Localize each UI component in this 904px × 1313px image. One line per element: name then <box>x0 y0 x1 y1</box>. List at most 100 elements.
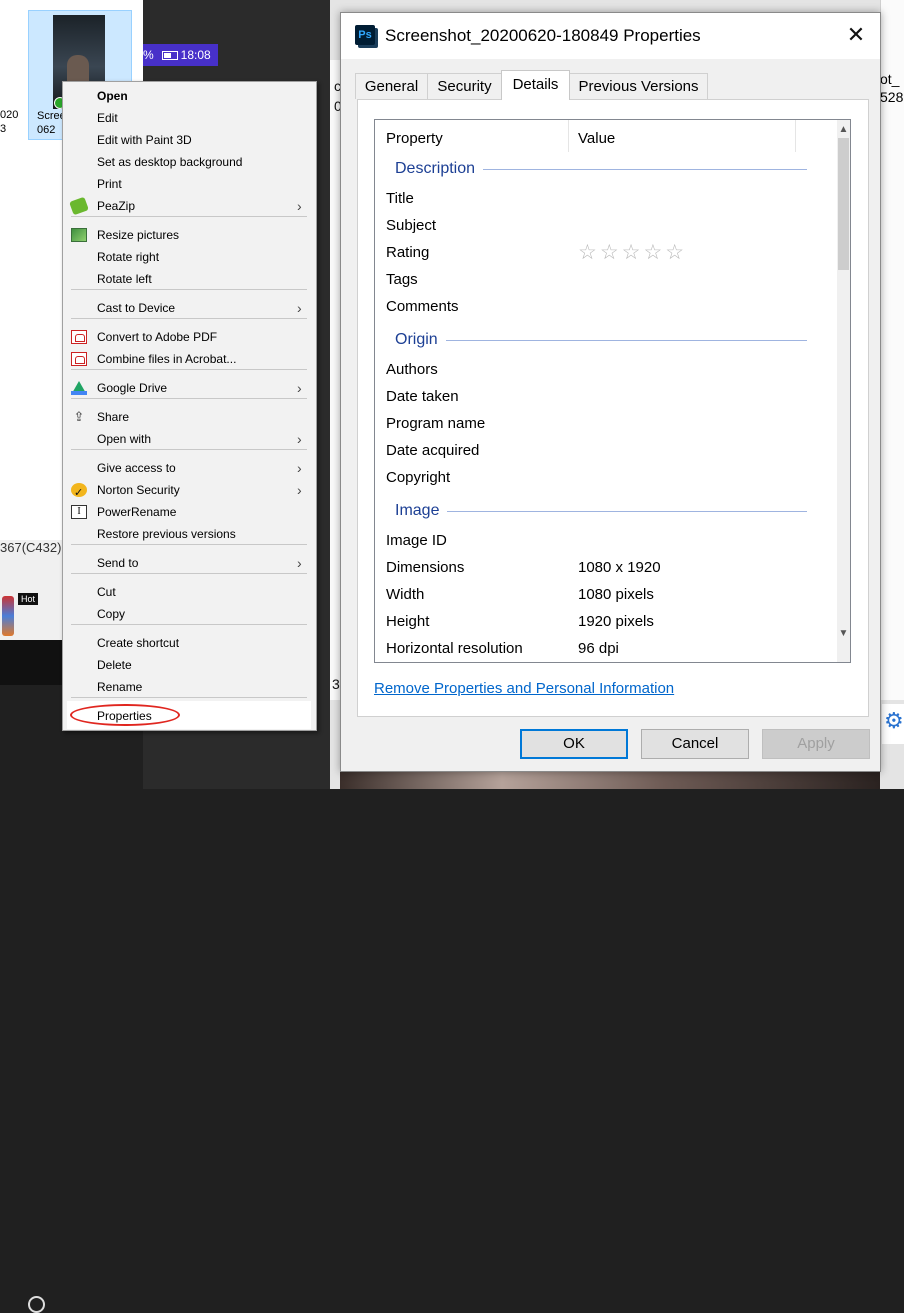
property-row[interactable]: Image ID <box>375 528 837 554</box>
photoshop-file-icon: Ps <box>355 25 375 45</box>
menu-item-label: Edit with Paint 3D <box>97 133 192 147</box>
menu-item-edit[interactable]: Edit <box>63 107 316 129</box>
column-divider-2[interactable] <box>795 120 796 152</box>
property-name: Subject <box>386 217 437 234</box>
property-row[interactable]: Width 1080 pixels <box>375 582 837 608</box>
property-row[interactable]: Copyright <box>375 465 837 491</box>
menu-item-google-drive[interactable]: Google Drive › <box>63 377 316 399</box>
property-row[interactable]: Height 1920 pixels <box>375 609 837 635</box>
menu-item-label: Rename <box>97 680 143 694</box>
adobe-pdf-icon <box>71 330 87 344</box>
ok-button[interactable]: OK <box>520 729 628 759</box>
remove-properties-link[interactable]: Remove Properties and Personal Informati… <box>374 680 674 697</box>
list-scrollbar[interactable]: ▲ ▼ <box>837 120 850 662</box>
chevron-right-icon: › <box>297 482 302 498</box>
menu-item-label: Cut <box>97 585 116 599</box>
background-partial-text-2: 3 <box>332 676 340 692</box>
section-title: Origin <box>395 327 446 353</box>
chevron-right-icon: › <box>297 555 302 571</box>
taskbar <box>0 640 62 1313</box>
property-row[interactable]: Authors <box>375 357 837 383</box>
cancel-button[interactable]: Cancel <box>641 729 749 759</box>
acrobat-combine-icon <box>71 352 87 366</box>
menu-item-label: Delete <box>97 658 132 672</box>
column-value[interactable]: Value <box>578 120 615 158</box>
menu-item-label: Convert to Adobe PDF <box>97 330 218 344</box>
property-name: Horizontal resolution <box>386 640 523 657</box>
property-row[interactable]: Subject <box>375 213 837 239</box>
peazip-icon <box>69 196 89 216</box>
menu-item-copy[interactable]: Copy <box>63 603 316 625</box>
menu-item-cut[interactable]: Cut <box>63 581 316 603</box>
menu-item-label: Send to <box>97 556 139 570</box>
property-row[interactable]: Program name <box>375 411 837 437</box>
background-thumbnail <box>2 596 14 636</box>
menu-item-open-with[interactable]: Open with › <box>63 428 316 450</box>
property-row[interactable]: Date taken <box>375 384 837 410</box>
property-row[interactable]: Date acquired <box>375 438 837 464</box>
property-row[interactable]: Comments <box>375 294 837 320</box>
property-list[interactable]: Property Value Description Title Subject Ra… <box>374 119 851 663</box>
menu-item-give-access-to[interactable]: Give access to › <box>63 457 316 479</box>
property-row[interactable]: Tags <box>375 267 837 293</box>
menu-item-open[interactable]: Open <box>63 85 316 107</box>
menu-item-share[interactable]: ⇪ Share <box>63 406 316 428</box>
menu-item-label: Norton Security <box>97 483 180 497</box>
property-row[interactable]: Horizontal resolution 96 dpi <box>375 636 837 662</box>
close-icon[interactable]: ✕ <box>841 21 871 49</box>
tab-general[interactable]: General <box>355 73 428 99</box>
menu-item-powerrename[interactable]: I PowerRename <box>63 501 316 523</box>
menu-item-peazip[interactable]: PeaZip › <box>63 195 316 217</box>
tab-details[interactable]: Details <box>501 70 570 100</box>
menu-item-cast-to-device[interactable]: Cast to Device › <box>63 297 316 319</box>
property-row[interactable]: Title <box>375 186 837 212</box>
scroll-down-icon[interactable]: ▼ <box>837 626 850 642</box>
menu-item-rotate-left[interactable]: Rotate left <box>63 268 316 290</box>
section-divider <box>395 340 807 341</box>
property-name: Title <box>386 190 414 207</box>
property-row[interactable]: Dimensions 1080 x 1920 <box>375 555 837 581</box>
column-divider[interactable] <box>568 120 569 152</box>
property-name: Program name <box>386 415 486 432</box>
battery-icon <box>161 51 178 61</box>
section-title: Description <box>395 156 484 182</box>
property-value: 1920 pixels <box>578 613 654 630</box>
menu-item-send-to[interactable]: Send to › <box>63 552 316 574</box>
menu-item-set-as-desktop-background[interactable]: Set as desktop background <box>63 151 316 173</box>
menu-item-convert-to-adobe-pdf[interactable]: Convert to Adobe PDF <box>63 326 316 348</box>
menu-item-rotate-right[interactable]: Rotate right <box>63 246 316 268</box>
battery-percent-label: % <box>143 48 154 62</box>
menu-item-label: Open with <box>97 432 152 446</box>
menu-item-label: Rotate left <box>97 272 152 286</box>
gear-icon[interactable]: ⚙ <box>884 710 904 732</box>
menu-item-label: Create shortcut <box>97 636 180 650</box>
home-circle-icon[interactable] <box>28 1296 45 1313</box>
menu-item-print[interactable]: Print <box>63 173 316 195</box>
context-menu: Open Edit Edit with Paint 3D Set as desktop… <box>62 81 317 731</box>
menu-item-rename[interactable]: Rename <box>63 676 316 698</box>
menu-item-label: Give access to <box>97 461 176 475</box>
column-property[interactable]: Property <box>386 120 443 158</box>
menu-item-label: Resize pictures <box>97 228 180 242</box>
tab-security[interactable]: Security <box>427 73 502 99</box>
apply-button[interactable]: Apply <box>762 729 870 759</box>
menu-item-resize-pictures[interactable]: Resize pictures <box>63 224 316 246</box>
property-row[interactable]: Rating ☆☆☆☆☆ <box>375 240 837 266</box>
dialog-titlebar[interactable]: Ps Screenshot_20200620-180849 Properties… <box>341 13 880 59</box>
menu-item-label: Set as desktop background <box>97 155 243 169</box>
menu-item-restore-previous-versions[interactable]: Restore previous versions <box>63 523 316 545</box>
menu-item-edit-with-paint-3d[interactable]: Edit with Paint 3D <box>63 129 316 151</box>
tab-previous-versions[interactable]: Previous Versions <box>569 73 708 99</box>
scrollbar-thumb[interactable] <box>838 138 849 270</box>
menu-item-delete[interactable]: Delete <box>63 654 316 676</box>
rating-stars[interactable]: ☆☆☆☆☆ <box>578 240 687 266</box>
menu-item-norton-security[interactable]: Norton Security › <box>63 479 316 504</box>
chevron-right-icon: › <box>297 431 302 447</box>
property-name: Date taken <box>386 388 459 405</box>
property-name: Rating <box>386 244 430 261</box>
menu-item-combine-files-in-acrobat[interactable]: Combine files in Acrobat... <box>63 348 316 370</box>
menu-item-create-shortcut[interactable]: Create shortcut <box>63 632 316 654</box>
section-divider <box>395 511 807 512</box>
property-name: Width <box>386 586 425 603</box>
scroll-up-icon[interactable]: ▲ <box>837 122 850 138</box>
